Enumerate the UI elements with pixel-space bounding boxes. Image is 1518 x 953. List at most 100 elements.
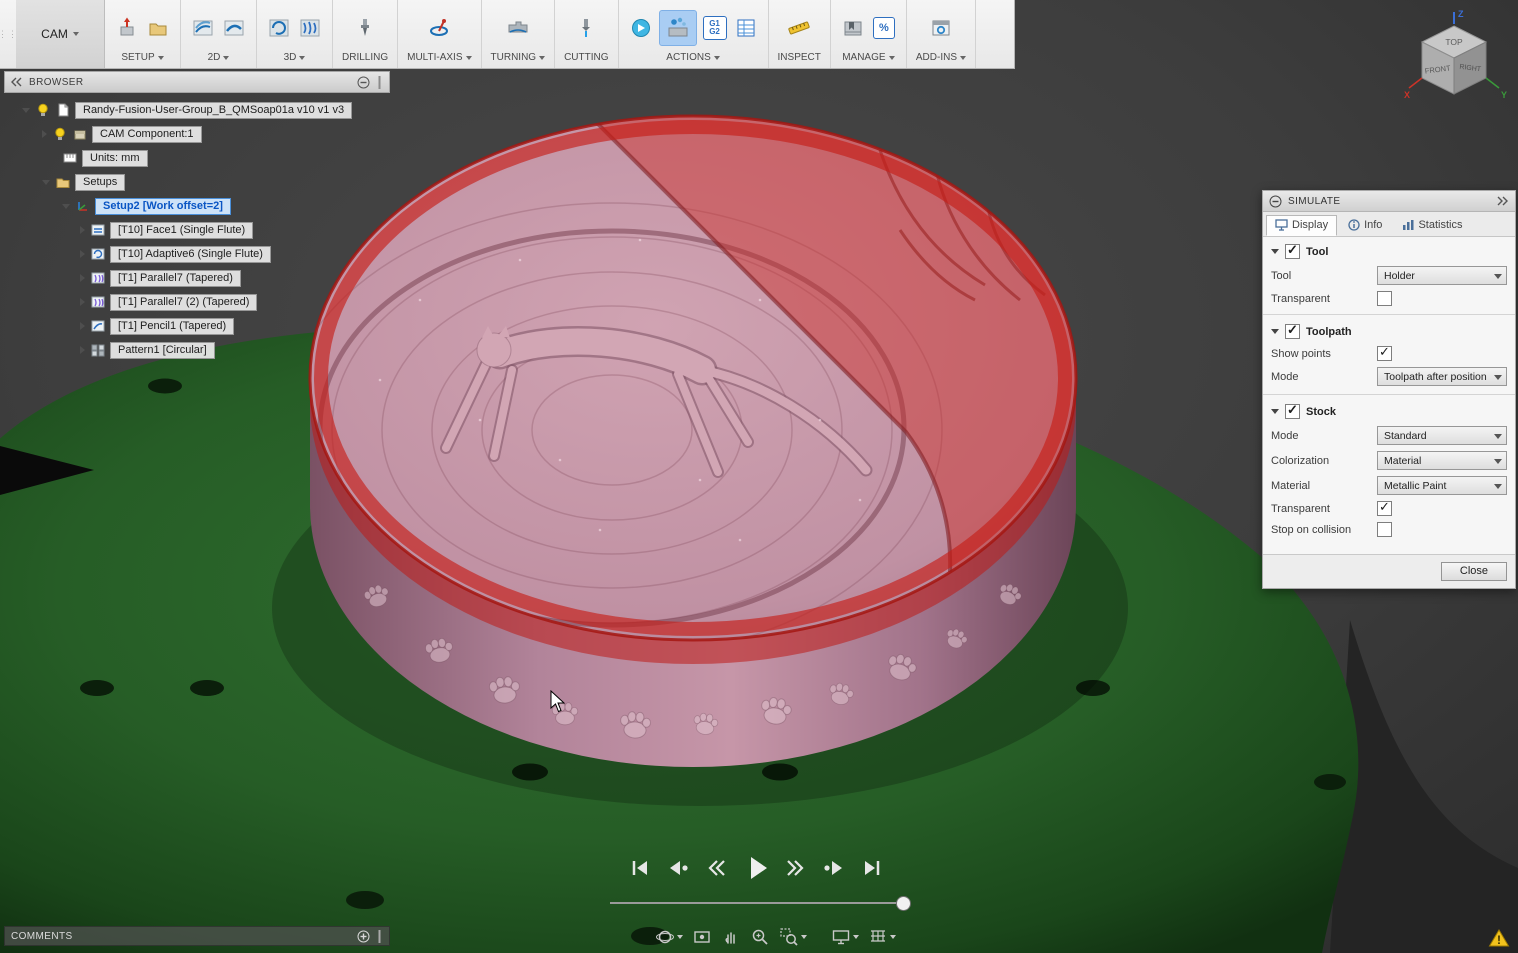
- tab-statistics[interactable]: Statistics: [1393, 215, 1471, 236]
- nc-program-icon[interactable]: G1 G2: [702, 15, 728, 41]
- show-points-checkbox[interactable]: [1377, 344, 1392, 361]
- expand-toggle[interactable]: [80, 298, 85, 306]
- lightbulb-icon[interactable]: [35, 103, 50, 118]
- stock-transparent-checkbox[interactable]: [1377, 499, 1392, 516]
- collapse-left-icon[interactable]: [11, 77, 23, 87]
- expand-toggle[interactable]: [80, 226, 85, 234]
- tool-section-checkbox[interactable]: [1285, 242, 1300, 259]
- ribbon-group-manage-label[interactable]: MANAGE: [842, 50, 895, 65]
- ribbon-group-setup-label[interactable]: SETUP: [121, 50, 164, 65]
- stock-mode-dropdown[interactable]: Standard: [1377, 426, 1507, 445]
- browser-item-face1[interactable]: [T10] Face1 (Single Flute): [110, 221, 254, 239]
- toolbar-grip[interactable]: ⋮⋮: [0, 0, 17, 68]
- cutting-icon[interactable]: [573, 15, 599, 41]
- rewind-button[interactable]: [702, 852, 732, 884]
- expand-toggle[interactable]: [22, 107, 30, 113]
- measure-icon[interactable]: [786, 15, 812, 41]
- ribbon-group-add-ins-label[interactable]: ADD-INS: [916, 50, 966, 65]
- zoom-window-button[interactable]: [776, 927, 810, 947]
- warning-icon[interactable]: !: [1488, 928, 1510, 948]
- browser-item-parallel7-2[interactable]: [T1] Parallel7 (2) (Tapered): [110, 293, 258, 311]
- simulation-timeline-slider[interactable]: [610, 894, 911, 912]
- ribbon-group-2d-label[interactable]: 2D: [208, 50, 230, 65]
- play-button[interactable]: [741, 852, 771, 884]
- feeds-speeds-icon[interactable]: %: [871, 15, 897, 41]
- skip-to-start-button[interactable]: [624, 852, 654, 884]
- toolpath-mode-dropdown[interactable]: Toolpath after position: [1377, 367, 1507, 386]
- new-folder-icon[interactable]: [145, 15, 171, 41]
- browser-item-units[interactable]: Units: mm: [82, 149, 148, 167]
- pan-button[interactable]: [718, 927, 744, 947]
- panel-resize-handle[interactable]: [376, 75, 383, 89]
- section-stock[interactable]: Stock: [1263, 397, 1515, 423]
- browser-item-pattern1[interactable]: Pattern1 [Circular]: [110, 341, 215, 359]
- post-process-icon[interactable]: [628, 15, 654, 41]
- fast-forward-button[interactable]: [780, 852, 810, 884]
- browser-item-parallel7[interactable]: [T1] Parallel7 (Tapered): [110, 269, 241, 287]
- tool-dropdown[interactable]: Holder: [1377, 266, 1507, 285]
- expand-toggle[interactable]: [80, 322, 85, 330]
- ribbon-group-drilling-label[interactable]: DRILLING: [342, 50, 388, 65]
- tab-display[interactable]: Display: [1266, 215, 1338, 236]
- dock-right-icon[interactable]: [1496, 196, 1509, 206]
- browser-item-document[interactable]: Randy-Fusion-User-Group_B_QMSoap01a v10 …: [75, 101, 353, 119]
- expand-toggle[interactable]: [42, 179, 50, 185]
- section-tool[interactable]: Tool: [1263, 237, 1515, 263]
- 2d-pocket-icon[interactable]: [190, 15, 216, 41]
- browser-item-cam-component[interactable]: CAM Component:1: [92, 125, 202, 143]
- colorization-dropdown[interactable]: Material: [1377, 451, 1507, 470]
- circle-minus-icon[interactable]: [357, 76, 370, 89]
- zoom-button[interactable]: [747, 927, 773, 947]
- expand-toggle[interactable]: [42, 130, 47, 138]
- 2d-contour-icon[interactable]: [221, 15, 247, 41]
- expand-toggle[interactable]: [80, 346, 85, 354]
- new-setup-icon[interactable]: [114, 15, 140, 41]
- parallel-icon[interactable]: [297, 15, 323, 41]
- orbit-button[interactable]: [652, 927, 686, 947]
- section-toolpath[interactable]: Toolpath: [1263, 317, 1515, 343]
- view-cube[interactable]: Z TOP FRONT RIGHT X Y: [1400, 6, 1512, 110]
- circle-minus-icon[interactable]: [1269, 195, 1282, 208]
- setup-sheet-icon[interactable]: [733, 15, 759, 41]
- material-dropdown[interactable]: Metallic Paint: [1377, 476, 1507, 495]
- lightbulb-icon[interactable]: [52, 127, 67, 142]
- comments-bar[interactable]: COMMENTS: [4, 926, 390, 946]
- next-operation-button[interactable]: [819, 852, 849, 884]
- slider-track[interactable]: [610, 902, 910, 904]
- previous-operation-button[interactable]: [663, 852, 693, 884]
- adaptive-clearing-icon[interactable]: [266, 15, 292, 41]
- stock-section-checkbox[interactable]: [1285, 402, 1300, 419]
- stop-on-collision-checkbox[interactable]: [1377, 522, 1392, 537]
- skip-to-end-button[interactable]: [858, 852, 888, 884]
- expand-toggle[interactable]: [80, 274, 85, 282]
- multi-axis-icon[interactable]: [426, 15, 452, 41]
- ribbon-group-actions-label[interactable]: ACTIONS: [666, 50, 720, 65]
- slider-handle[interactable]: [896, 896, 911, 911]
- look-at-button[interactable]: [689, 927, 715, 947]
- simulate-icon[interactable]: [658, 9, 697, 46]
- tab-info[interactable]: Info: [1339, 215, 1391, 236]
- ribbon-group-multi-axis-label[interactable]: MULTI-AXIS: [407, 50, 472, 65]
- ribbon-group-turning-label[interactable]: TURNING: [491, 50, 546, 65]
- ribbon-group-3d-label[interactable]: 3D: [284, 50, 306, 65]
- browser-item-adaptive6[interactable]: [T10] Adaptive6 (Single Flute): [110, 245, 271, 263]
- drilling-icon[interactable]: [352, 15, 378, 41]
- browser-item-setup2[interactable]: Setup2 [Work offset=2]: [95, 197, 231, 215]
- toolpath-section-checkbox[interactable]: [1285, 322, 1300, 339]
- display-settings-button[interactable]: [828, 927, 862, 947]
- tool-library-icon[interactable]: [840, 15, 866, 41]
- browser-item-pencil1[interactable]: [T1] Pencil1 (Tapered): [110, 317, 235, 335]
- browser-item-setups[interactable]: Setups: [75, 173, 126, 191]
- tool-transparent-checkbox[interactable]: [1377, 291, 1392, 306]
- expand-toggle[interactable]: [62, 203, 70, 209]
- close-button[interactable]: Close: [1440, 562, 1507, 581]
- ribbon-group-inspect-label[interactable]: INSPECT: [778, 50, 821, 65]
- workspace-switcher[interactable]: CAM: [16, 0, 105, 68]
- panel-resize-handle[interactable]: [376, 929, 383, 943]
- ribbon-group-cutting-label[interactable]: CUTTING: [564, 50, 608, 65]
- add-ins-icon[interactable]: [928, 15, 954, 41]
- turning-icon[interactable]: [505, 15, 531, 41]
- grid-settings-button[interactable]: [865, 927, 899, 947]
- expand-toggle[interactable]: [80, 250, 85, 258]
- circle-plus-icon[interactable]: [357, 930, 370, 943]
